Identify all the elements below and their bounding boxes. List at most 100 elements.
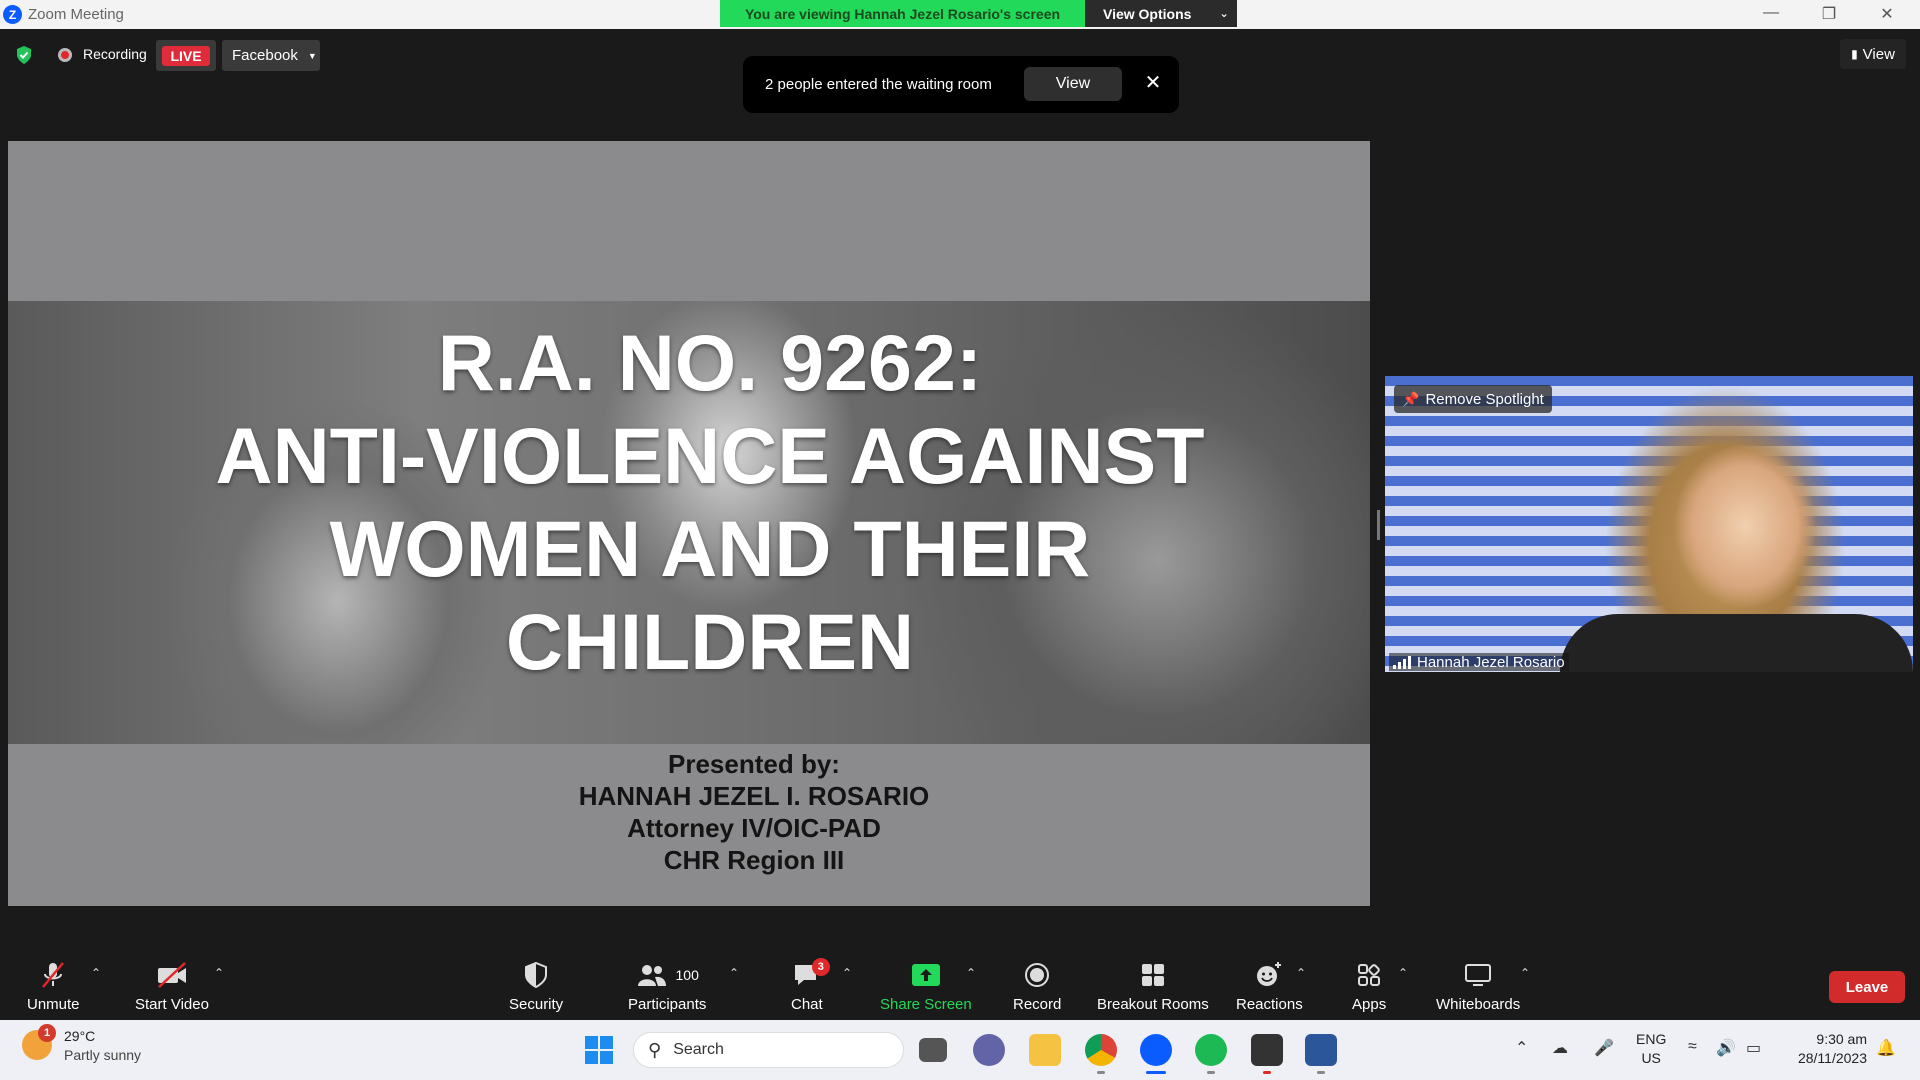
- word-icon[interactable]: [1305, 1034, 1337, 1066]
- speaker-video-tile[interactable]: 📌 Remove Spotlight Hannah Jezel Rosario: [1385, 376, 1913, 672]
- presenter-org: CHR Region III: [663, 845, 845, 875]
- share-screen-button[interactable]: Share Screen: [880, 958, 972, 1013]
- microphone-muted-icon: [38, 958, 68, 992]
- presenter-block: Presented by: HANNAH JEZEL I. ROSARIO At…: [8, 748, 1370, 876]
- chevron-up-icon[interactable]: ⌃: [214, 966, 224, 980]
- participants-count: 100: [675, 967, 699, 983]
- breakout-rooms-icon: [1139, 958, 1167, 992]
- chevron-up-icon[interactable]: ⌃: [1398, 966, 1408, 980]
- whiteboards-label: Whiteboards: [1436, 996, 1521, 1013]
- presented-by-label: Presented by:: [668, 749, 840, 779]
- chevron-up-icon[interactable]: ⌃: [966, 966, 976, 980]
- chevron-up-icon[interactable]: ⌃: [1515, 1038, 1528, 1058]
- title-bar: Z Zoom Meeting You are viewing Hannah Je…: [0, 0, 1920, 29]
- slide-title-line: ANTI-VIOLENCE AGAINST: [215, 411, 1205, 500]
- view-options-label: View Options: [1103, 5, 1192, 22]
- search-icon: ⚲: [648, 1039, 662, 1060]
- microphone-icon[interactable]: 🎤: [1594, 1038, 1614, 1058]
- signal-strength-icon: [1393, 655, 1411, 669]
- security-shield-icon: [523, 958, 549, 992]
- apps-icon: [1355, 958, 1383, 992]
- chrome-icon[interactable]: [1085, 1034, 1117, 1066]
- security-button[interactable]: Security: [509, 958, 563, 1013]
- share-screen-icon: [910, 958, 942, 992]
- clock-time: 9:30 am: [1816, 1031, 1867, 1047]
- share-screen-label: Share Screen: [880, 996, 972, 1013]
- start-video-label: Start Video: [135, 996, 209, 1013]
- view-layout-label: View: [1862, 45, 1895, 63]
- chevron-up-icon[interactable]: ⌃: [729, 966, 739, 980]
- participants-icon: [637, 965, 666, 986]
- leave-button[interactable]: Leave: [1829, 971, 1905, 1003]
- reactions-button[interactable]: Reactions: [1236, 958, 1303, 1013]
- unmute-label: Unmute: [27, 996, 80, 1013]
- zoom-logo-icon: Z: [3, 5, 22, 24]
- reactions-label: Reactions: [1236, 996, 1303, 1013]
- restore-icon[interactable]: ❐: [1814, 4, 1844, 24]
- recording-label[interactable]: Recording: [83, 46, 147, 62]
- file-explorer-icon[interactable]: [1029, 1034, 1061, 1066]
- window-title: Zoom Meeting: [28, 6, 124, 23]
- chevron-up-icon[interactable]: ⌃: [1296, 966, 1306, 980]
- slide-title-line: R.A. NO. 9262:: [437, 318, 983, 407]
- remove-spotlight-button[interactable]: 📌 Remove Spotlight: [1394, 385, 1552, 413]
- running-indicator: [1263, 1071, 1271, 1074]
- presenter-name: HANNAH JEZEL I. ROSARIO: [578, 781, 930, 811]
- chevron-up-icon[interactable]: ⌃: [91, 966, 101, 980]
- live-label: LIVE: [162, 45, 210, 66]
- language-code: ENG: [1636, 1031, 1667, 1047]
- chevron-up-icon[interactable]: ⌃: [1520, 966, 1530, 980]
- volume-icon[interactable]: 🔊: [1716, 1038, 1736, 1058]
- chat-label: Chat: [791, 996, 823, 1013]
- language-indicator[interactable]: ENG US: [1636, 1030, 1666, 1068]
- taskbar-search[interactable]: ⚲ Search: [633, 1032, 904, 1068]
- remove-spotlight-label: Remove Spotlight: [1425, 390, 1544, 408]
- slide-title: R.A. NO. 9262: ANTI-VIOLENCE AGAINST WOM…: [8, 316, 1370, 688]
- breakout-rooms-button[interactable]: Breakout Rooms: [1097, 958, 1209, 1013]
- spotify-icon[interactable]: [1195, 1034, 1227, 1066]
- meeting-toolbar: Unmute ⌃ Start Video ⌃ Security 100 Part…: [0, 950, 1920, 1020]
- apps-label: Apps: [1352, 996, 1387, 1013]
- encryption-shield-icon[interactable]: [15, 45, 33, 65]
- chat-icon: 3: [792, 958, 830, 992]
- running-indicator: [1207, 1071, 1215, 1074]
- participants-button[interactable]: 100 Participants: [628, 958, 706, 1013]
- participants-icon-group: 100: [636, 958, 699, 992]
- sticky-notes-icon[interactable]: [1251, 1034, 1283, 1066]
- weather-condition: Partly sunny: [64, 1047, 142, 1063]
- windows-taskbar: 1 29°C Partly sunny ⚲ Search ⌃ ☁ 🎤 ENG U…: [0, 1020, 1920, 1080]
- record-label: Record: [1013, 996, 1062, 1013]
- panel-resize-handle[interactable]: [1377, 510, 1380, 540]
- onedrive-icon[interactable]: ☁: [1552, 1038, 1568, 1058]
- task-view-icon[interactable]: [919, 1038, 947, 1062]
- windows-start-icon[interactable]: [584, 1035, 614, 1065]
- apps-button[interactable]: Apps: [1352, 958, 1386, 1013]
- view-layout-button[interactable]: ▮ View: [1840, 39, 1906, 69]
- chevron-up-icon[interactable]: ⌃: [842, 966, 852, 980]
- chat-button[interactable]: 3 Chat: [791, 958, 830, 1013]
- live-badge[interactable]: LIVE: [156, 40, 216, 71]
- record-icon: [1023, 958, 1051, 992]
- slide-title-line: WOMEN AND THEIR: [329, 504, 1091, 593]
- clock-date: 28/11/2023: [1797, 1050, 1867, 1066]
- waiting-room-view-button[interactable]: View: [1024, 67, 1122, 101]
- whiteboards-button[interactable]: Whiteboards: [1436, 958, 1520, 1013]
- battery-icon[interactable]: ▭: [1746, 1038, 1761, 1058]
- teams-chat-icon[interactable]: [973, 1034, 1005, 1066]
- wifi-icon[interactable]: ≈: [1688, 1038, 1697, 1056]
- caret-down-icon: ▼: [307, 50, 317, 61]
- video-off-icon: [155, 958, 189, 992]
- minimize-icon[interactable]: —: [1756, 4, 1786, 22]
- zoom-app-icon[interactable]: [1140, 1034, 1172, 1066]
- close-icon[interactable]: ✕: [1872, 4, 1902, 24]
- unmute-button[interactable]: Unmute: [27, 958, 80, 1013]
- start-video-button[interactable]: Start Video: [135, 958, 209, 1013]
- view-options-button[interactable]: View Options ⌄: [1085, 0, 1237, 27]
- record-button[interactable]: Record: [1013, 958, 1061, 1013]
- livestream-target-button[interactable]: Facebook ▼: [222, 40, 320, 71]
- close-icon[interactable]: ✕: [1141, 70, 1165, 95]
- chevron-down-icon: ⌄: [1219, 8, 1229, 20]
- notification-bell-icon[interactable]: 🔔: [1876, 1038, 1896, 1058]
- taskbar-clock[interactable]: 9:30 am 28/11/2023: [1780, 1030, 1867, 1068]
- search-label: Search: [673, 1041, 724, 1058]
